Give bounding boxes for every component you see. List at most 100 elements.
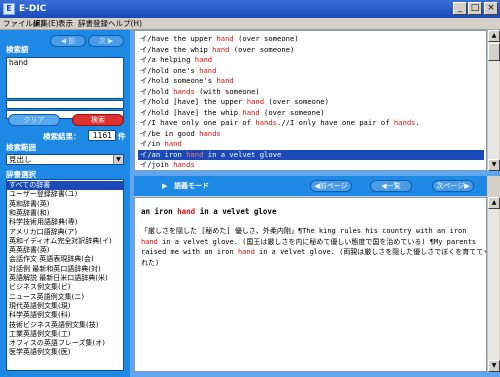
dictionary-item[interactable]: 英英辞書(英)	[7, 246, 123, 255]
dictionary-item[interactable]: 科学技術用語辞典(専)	[7, 218, 123, 227]
detail-line: れた)	[141, 258, 471, 269]
dictionary-item[interactable]: 医学英語例文集(医)	[7, 348, 123, 357]
search-button[interactable]: 検索	[72, 114, 124, 126]
results-unit: 件	[118, 132, 126, 141]
highlight-term: hand	[237, 248, 255, 256]
search-input[interactable]: hand	[6, 57, 124, 99]
scroll-up-arrow-icon[interactable]: ▲	[488, 30, 500, 42]
menu-edit[interactable]: 編集(E)	[33, 19, 59, 29]
result-row[interactable]: イ/join hands	[138, 160, 484, 170]
dictionary-item[interactable]: ユーザー登録辞書(ユ)	[7, 190, 123, 199]
close-button[interactable]: ×	[484, 2, 498, 15]
result-row[interactable]: イ/in hand	[138, 139, 484, 149]
result-row[interactable]: イ/hold [have] the upper hand (over someo…	[138, 97, 484, 107]
menu-help[interactable]: ヘルプ(H)	[108, 19, 142, 29]
text-segment: hold [have] the whip	[151, 107, 243, 117]
source-prefix: イ/	[140, 65, 152, 75]
text-segment: (over someone)	[229, 44, 295, 54]
dictionary-item[interactable]: アメリカ口語辞典(ア)	[7, 228, 123, 237]
source-prefix: イ/	[140, 55, 152, 64]
result-row[interactable]: イ/have the upper hand (over someone)	[138, 34, 484, 44]
result-row[interactable]: イ/a helping hand	[138, 55, 484, 65]
result-row[interactable]: イ/hold someone's hand	[138, 76, 484, 86]
source-prefix: イ/	[140, 149, 152, 159]
dictionary-item[interactable]: 英語解説 最新日米口語辞典(米)	[7, 274, 123, 283]
search-sidebar: ◀ 前 次 ▶ 検索語 hand クリア 検索 検索結果： 1161 件 検索範…	[0, 30, 130, 377]
scroll-thumb[interactable]	[488, 43, 500, 61]
text-segment: 「厳しさを隠した [秘めた] 優しさ、外柔内剛」¶The king rules …	[141, 227, 467, 235]
source-prefix: イ/	[140, 44, 152, 54]
scroll-down-arrow-icon[interactable]: ▼	[488, 360, 500, 372]
dictionary-item[interactable]: 英和イディオム完全対訳辞典(イ)	[7, 237, 123, 246]
result-row[interactable]: イ/be in good hands	[138, 129, 484, 139]
list-button[interactable]: ◀一覧	[370, 180, 412, 192]
next-page-button[interactable]: 次ページ▶	[432, 180, 474, 192]
highlight-term: hands	[173, 86, 195, 96]
definition-panel: an iron hand in a velvet glove 「厳しさを隠した …	[134, 197, 487, 372]
dictionary-select-label: 辞書選択	[6, 170, 36, 179]
source-prefix: イ/	[140, 128, 152, 138]
text-segment: in a velvet glove. (国王は厳しさを内に秘めて優しい態度で国を…	[157, 237, 477, 246]
text-segment: be in good	[151, 128, 200, 138]
prev-page-button[interactable]: ◀前ページ	[310, 180, 352, 192]
search-input-value: hand	[9, 58, 28, 67]
text-segment: in	[151, 139, 165, 148]
dictionary-item[interactable]: 技術ビジネス英語例文集(技)	[7, 321, 123, 330]
nav-back-label: 前	[68, 37, 76, 45]
window-title: E-DIC	[19, 4, 47, 14]
scroll-down-arrow-icon[interactable]: ▼	[488, 159, 500, 171]
text-segment: (over someone)	[233, 34, 299, 43]
highlight-term: hand	[141, 237, 158, 246]
highlight-term: hand	[199, 65, 217, 75]
result-row[interactable]: イ/have the whip hand (over someone)	[138, 45, 484, 55]
highlight-term: hand	[216, 76, 234, 85]
results-scrollbar[interactable]: ▲ ▼	[487, 30, 500, 171]
dictionary-item[interactable]: ニュース英語例文集(ニ)	[7, 293, 123, 302]
dictionary-item[interactable]: すべての辞書	[7, 181, 123, 190]
dictionary-item[interactable]: 現代英語例文集(現)	[7, 302, 123, 311]
results-count: 1161	[88, 130, 116, 141]
nav-back-button[interactable]: ◀ 前	[50, 35, 86, 47]
title-bar: E E-DIC _ □ ×	[0, 0, 500, 18]
dictionary-item[interactable]: 和英辞書(和)	[7, 209, 123, 218]
menu-view[interactable]: 表示	[58, 19, 73, 29]
source-prefix: イ/	[140, 107, 152, 117]
dictionary-item[interactable]: 対話例 最新和英口語辞典(対)	[7, 265, 123, 274]
dictionary-item[interactable]: 会話作文 英語表現辞典(会)	[7, 255, 123, 264]
result-row[interactable]: イ/an iron hand in a velvet glove	[138, 149, 484, 160]
highlight-term: hand	[194, 55, 213, 64]
detail-toolbar: ▶ 語義モード ◀前ページ ◀一覧 次ページ▶	[134, 176, 487, 196]
search-range-select[interactable]: 見出し ▼	[6, 154, 124, 165]
menu-dictionary-register[interactable]: 辞書登録	[78, 19, 108, 29]
scroll-up-arrow-icon[interactable]: ▲	[488, 197, 500, 209]
app-icon: E	[3, 3, 15, 15]
search-input-2[interactable]	[6, 100, 124, 109]
result-row[interactable]: イ/I have only one pair of hands.//I only…	[138, 118, 484, 128]
dictionary-item[interactable]: ビジネス例文集(ビ)	[7, 283, 123, 292]
dictionary-item[interactable]: 科学英語例文集(科)	[7, 311, 123, 320]
source-prefix: イ/	[140, 139, 152, 148]
bottom-border	[134, 372, 500, 377]
maximize-button[interactable]: □	[468, 2, 482, 15]
detail-scrollbar[interactable]: ▲ ▼	[487, 197, 500, 372]
text-segment: an iron	[151, 149, 187, 159]
results-list[interactable]: イ/have the upper hand (over someone) イ/ha…	[134, 30, 487, 171]
nav-forward-button[interactable]: 次 ▶	[88, 35, 124, 47]
result-row[interactable]: イ/hold [have] the whip hand (over someon…	[138, 108, 484, 118]
dictionary-item[interactable]: 英和辞書(英)	[7, 200, 123, 209]
dictionary-item[interactable]: オフィスの英語フレーズ集(オ)	[7, 339, 123, 348]
detail-headword: an iron hand in a velvet glove	[141, 207, 276, 217]
highlight-term: hand	[164, 139, 182, 148]
text-segment: have the upper	[151, 34, 217, 43]
dictionary-list[interactable]: すべての辞書 ユーザー登録辞書(ユ) 英和辞書(英) 和英辞書(和) 科学技術用語辞典(…	[6, 179, 124, 371]
result-row[interactable]: イ/hold one's hand	[138, 66, 484, 76]
dictionary-item[interactable]: 工業英語例文集(工)	[7, 330, 123, 339]
highlight-term: hand	[212, 44, 230, 54]
clear-button[interactable]: クリア	[8, 114, 60, 126]
source-prefix: イ/	[140, 118, 152, 127]
text-segment: hold one's	[151, 65, 200, 75]
minimize-button[interactable]: _	[453, 2, 467, 15]
result-row[interactable]: イ/hold hands (with someone)	[138, 87, 484, 97]
highlight-term: hands	[173, 160, 195, 169]
chevron-down-icon[interactable]: ▼	[113, 155, 123, 164]
